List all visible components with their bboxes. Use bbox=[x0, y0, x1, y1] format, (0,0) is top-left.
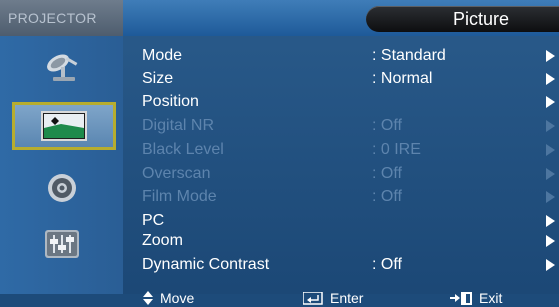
menu-row-label: PC bbox=[142, 212, 165, 229]
sidebar-item-setup[interactable] bbox=[14, 164, 110, 212]
move-hint: Move bbox=[160, 290, 195, 306]
brand-label: PROJECTOR bbox=[8, 10, 97, 26]
chevron-right-icon bbox=[546, 168, 555, 180]
menu-row-size[interactable]: Size : Normal bbox=[123, 69, 559, 91]
sidebar-item-picture[interactable] bbox=[12, 102, 116, 150]
osd-screen: PROJECTOR Picture Mode: Standard Size:… bbox=[0, 0, 559, 307]
exit-hint: Exit bbox=[479, 290, 503, 306]
menu-row-label: Mode bbox=[142, 47, 183, 64]
menu-row-black-level: Black Level : 0 IRE bbox=[123, 140, 559, 162]
chevron-right-icon bbox=[546, 259, 555, 271]
menu-row-value: : Normal bbox=[372, 70, 433, 87]
menu-row-label: Film Mode bbox=[142, 188, 217, 205]
key-guide-bar: Move Enter Exit bbox=[0, 290, 559, 307]
up-down-arrow-icon bbox=[143, 291, 153, 305]
chevron-right-icon bbox=[546, 73, 555, 85]
header-brand-area: PROJECTOR bbox=[0, 0, 123, 36]
chevron-right-icon bbox=[546, 50, 555, 62]
menu-row-value: : Off bbox=[372, 117, 402, 134]
menu-row-value: : Standard bbox=[372, 47, 446, 64]
menu-row-film-mode: Film Mode : Off bbox=[123, 187, 559, 209]
menu-row-position[interactable]: Position bbox=[123, 92, 559, 114]
menu-row-pc[interactable]: PC bbox=[123, 211, 559, 233]
menu-row-mode[interactable]: Mode : Standard bbox=[123, 46, 559, 68]
header-title-area: Picture bbox=[123, 0, 559, 36]
chevron-right-icon bbox=[546, 144, 555, 156]
sidebar-item-options[interactable] bbox=[14, 220, 110, 268]
satellite-dish-icon bbox=[47, 54, 78, 81]
menu-row-label: Digital NR bbox=[142, 117, 215, 134]
menu-title: Picture bbox=[366, 6, 559, 32]
chevron-right-icon bbox=[546, 215, 555, 227]
menu-row-label: Zoom bbox=[142, 232, 183, 249]
menu-row-overscan: Overscan : Off bbox=[123, 164, 559, 186]
menu-row-zoom[interactable]: Zoom bbox=[123, 231, 559, 253]
menu-row-value: : Off bbox=[372, 256, 402, 273]
enter-icon bbox=[303, 292, 323, 305]
menu-row-value: : 0 IRE bbox=[372, 141, 421, 158]
picture-icon bbox=[41, 111, 87, 141]
sliders-icon bbox=[45, 230, 79, 258]
menu-row-label: Position bbox=[142, 93, 199, 110]
menu-row-label: Size bbox=[142, 70, 174, 87]
chevron-right-icon bbox=[546, 191, 555, 203]
category-sidebar bbox=[0, 36, 123, 294]
exit-icon bbox=[450, 292, 472, 305]
chevron-right-icon bbox=[546, 235, 555, 247]
menu-row-digital-nr: Digital NR : Off bbox=[123, 116, 559, 138]
enter-hint: Enter bbox=[330, 290, 364, 306]
picture-menu: Mode : Standard Size : Normal Position D… bbox=[123, 36, 559, 294]
menu-row-label: Black Level bbox=[142, 141, 224, 158]
menu-row-label: Dynamic Contrast bbox=[142, 256, 270, 273]
gear-icon bbox=[48, 174, 76, 202]
chevron-right-icon bbox=[546, 96, 555, 108]
menu-row-dynamic-contrast[interactable]: Dynamic Contrast : Off bbox=[123, 255, 559, 277]
sidebar-item-input[interactable] bbox=[14, 42, 110, 90]
menu-row-value: : Off bbox=[372, 165, 402, 182]
chevron-right-icon bbox=[546, 120, 555, 132]
menu-row-value: : Off bbox=[372, 188, 402, 205]
menu-row-label: Overscan bbox=[142, 165, 211, 182]
